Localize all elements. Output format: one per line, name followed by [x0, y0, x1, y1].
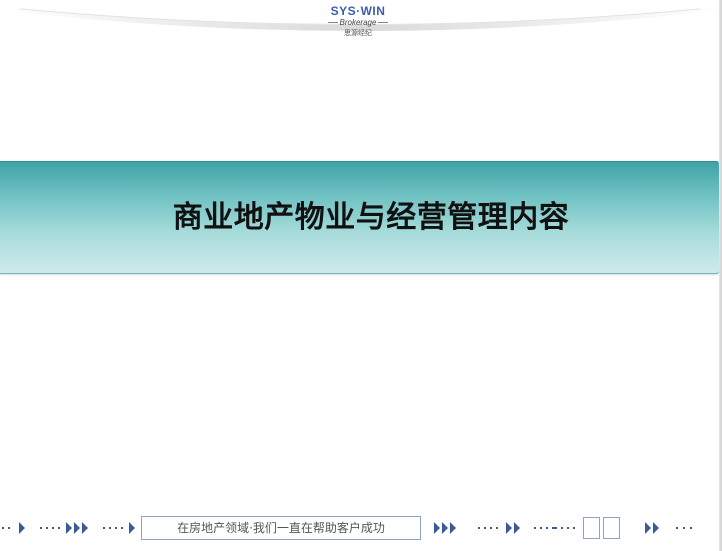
footer: 在房地产领域·我们一直在帮助客户成功 [0, 512, 722, 544]
slogan-box: 在房地产领域·我们一直在帮助客户成功 [141, 516, 421, 540]
logo-chinese: 思源经纪 [344, 29, 372, 37]
slide: SYS·WIN Brokerage 思源经纪 商业地产物业与经营管理内容 在房地… [0, 0, 722, 551]
title-band: 商业地产物业与经营管理内容 [0, 161, 720, 274]
company-logo: SYS·WIN Brokerage 思源经纪 [318, 4, 398, 48]
logo-sub: Brokerage [318, 18, 398, 28]
slide-title: 商业地产物业与经营管理内容 [172, 200, 570, 235]
logo-sub-text: Brokerage [339, 18, 377, 27]
logo-brand: SYS·WIN [330, 4, 386, 18]
